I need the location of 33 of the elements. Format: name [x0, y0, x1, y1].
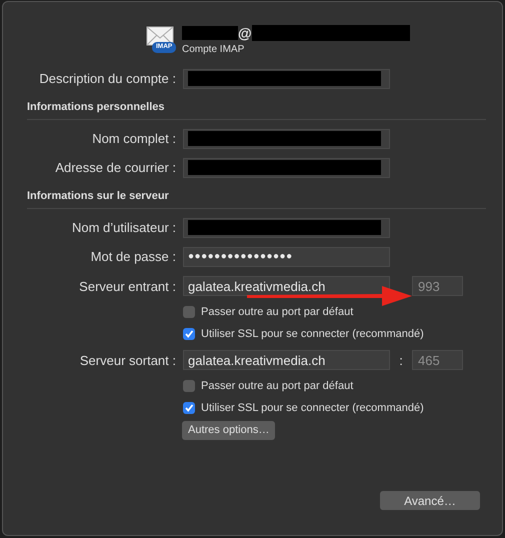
checkbox-label: Passer outre au port par défaut [201, 380, 354, 392]
checkbox-label: Utiliser SSL pour se connecter (recommandé) [201, 328, 424, 340]
input-field[interactable] [183, 158, 390, 178]
more-options-button[interactable]: Autres options… [182, 420, 276, 440]
section-title: Informations personnelles [27, 101, 165, 113]
password-field[interactable]: ●●●●●●●●●●●●●●●● [183, 246, 390, 266]
field-label: Serveur sortant : [78, 352, 176, 368]
checkbox-label: Utiliser SSL pour se connecter (recommandé) [201, 402, 424, 414]
input-field[interactable] [183, 128, 390, 148]
server-field[interactable]: galatea.kreativmedia.ch [183, 350, 390, 370]
redaction-bar [182, 26, 238, 40]
checkbox[interactable] [183, 328, 195, 340]
port-field[interactable]: 993 [412, 276, 463, 296]
field-label: Adresse de courrier : [54, 160, 176, 175]
input-field[interactable] [183, 68, 390, 88]
field-label: Serveur entrant : [78, 278, 176, 294]
server-field[interactable]: galatea.kreativmedia.ch [183, 276, 390, 296]
checkbox[interactable] [183, 306, 195, 318]
account-type: Compte IMAP [182, 44, 246, 55]
field-label: Nom d’utilisateur : [70, 220, 176, 235]
input-field[interactable] [183, 218, 390, 238]
checkbox[interactable] [183, 402, 195, 414]
checkbox-label: Passer outre au port par défaut [201, 306, 354, 318]
section-title: Informations sur le serveur [27, 190, 169, 202]
field-label: Nom complet : [91, 131, 176, 146]
port-separator: : [398, 352, 404, 368]
advanced-button[interactable]: Avancé… [380, 491, 480, 510]
address-separator: @ [238, 25, 252, 41]
checkbox[interactable] [183, 380, 195, 392]
field-label: Description du compte : [38, 71, 176, 86]
port-field[interactable]: 465 [412, 350, 463, 370]
field-label: Mot de passe : [90, 249, 176, 264]
envelope-icon [146, 26, 176, 54]
